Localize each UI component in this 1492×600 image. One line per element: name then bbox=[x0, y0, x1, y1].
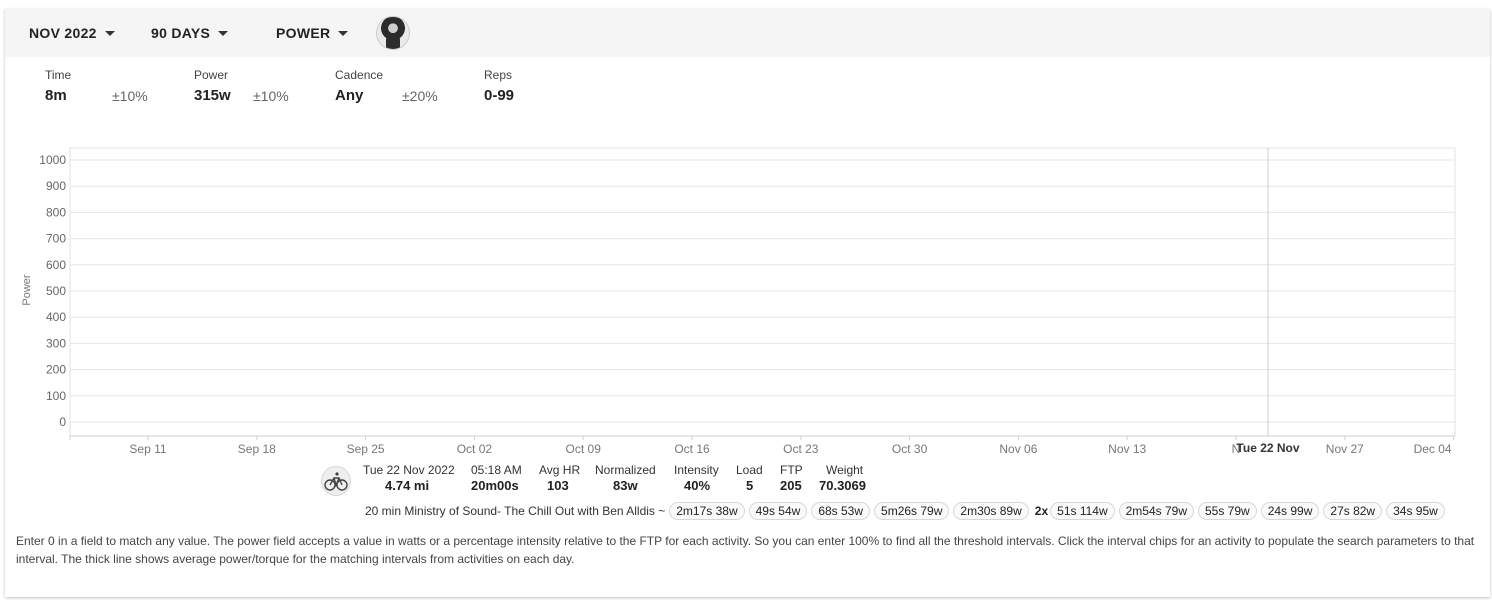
y-axis-ticks: 0 100 200 300 400 500 600 700 800 900 1000 bbox=[39, 153, 66, 429]
activity-load: Load 5 bbox=[736, 463, 763, 493]
interval-chip[interactable]: 24s 99w bbox=[1260, 502, 1320, 520]
activity-duration: 20m00s bbox=[471, 478, 519, 493]
weight-value: 70.3069 bbox=[819, 478, 866, 493]
interval-chip[interactable]: 2m17s 38w bbox=[669, 502, 745, 520]
y-tick-label: 700 bbox=[46, 232, 66, 246]
interval-chip[interactable]: 5m26s 79w bbox=[874, 502, 950, 520]
chart-grid bbox=[69, 147, 1456, 437]
ftp-label: FTP bbox=[780, 463, 803, 477]
interval-chip[interactable]: 27s 82w bbox=[1323, 502, 1383, 520]
interval-chip[interactable]: 51s 114w bbox=[1050, 502, 1115, 520]
activity-time: 05:18 AM 20m00s bbox=[471, 463, 522, 493]
x-tick-label: Sep 11 bbox=[129, 442, 166, 456]
activity-normalized: Normalized 83w bbox=[595, 463, 656, 493]
x-tick-label: Nov 13 bbox=[1108, 442, 1146, 456]
activity-weight: Weight 70.3069 bbox=[819, 463, 866, 493]
interval-chip[interactable]: 34s 95w bbox=[1386, 502, 1445, 520]
activity-time-label: 05:18 AM bbox=[471, 463, 522, 477]
interval-chips-row: 20 min Ministry of Sound- The Chill Out … bbox=[359, 502, 1445, 520]
x-tick-label: Dec 04 bbox=[1414, 442, 1452, 456]
y-tick-label: 500 bbox=[46, 284, 66, 298]
activity-intensity: Intensity 40% bbox=[674, 463, 719, 493]
ftp-value: 205 bbox=[780, 478, 802, 493]
interval-chip[interactable]: 2m54s 79w bbox=[1118, 502, 1194, 520]
activity-date[interactable]: Tue 22 Nov 2022 4.74 mi bbox=[363, 463, 455, 493]
x-tick-label: Nov 27 bbox=[1326, 442, 1364, 456]
y-tick-label: 1000 bbox=[39, 153, 66, 167]
y-tick-label: 800 bbox=[46, 205, 66, 219]
y-tick-label: 0 bbox=[59, 415, 66, 429]
interval-chips: 2m17s 38w 49s 54w 68s 53w 5m26s 79w 2m30s 89… bbox=[665, 502, 1445, 520]
intensity-label: Intensity bbox=[674, 463, 719, 477]
x-tick-label: Oct 16 bbox=[674, 442, 710, 456]
help-text: Enter 0 in a field to match any value. T… bbox=[16, 534, 1475, 566]
interval-chip[interactable]: 55s 79w bbox=[1198, 502, 1257, 520]
load-label: Load bbox=[736, 463, 763, 477]
y-axis-label: Power bbox=[21, 274, 33, 306]
x-tick-label: Oct 23 bbox=[783, 442, 819, 456]
plot-frame bbox=[69, 147, 1456, 437]
x-tick-label: Sep 25 bbox=[347, 442, 385, 456]
avghr-value: 103 bbox=[547, 478, 569, 493]
intensity-value: 40% bbox=[684, 478, 711, 493]
activity-distance: 4.74 mi bbox=[385, 478, 430, 493]
power-chart[interactable]: 0 100 200 300 400 500 600 700 800 900 1000 Sep 11 S… bbox=[0, 0, 1492, 460]
normalized-value: 83w bbox=[613, 478, 638, 493]
load-value: 5 bbox=[746, 478, 754, 493]
activity-name[interactable]: 20 min Ministry of Sound- The Chill Out … bbox=[365, 504, 665, 518]
interval-chip[interactable]: 68s 53w bbox=[811, 502, 871, 520]
y-tick-label: 900 bbox=[46, 179, 66, 193]
x-tick-label: Oct 09 bbox=[566, 442, 602, 456]
activity-ftp: FTP 205 bbox=[780, 463, 803, 493]
x-tick-label: Sep 18 bbox=[238, 442, 276, 456]
interval-chip[interactable]: 2m30s 89w bbox=[953, 502, 1029, 520]
y-tick-label: 600 bbox=[46, 258, 66, 272]
cycling-icon bbox=[321, 466, 351, 496]
interval-chip[interactable]: 49s 54w bbox=[748, 502, 808, 520]
cursor-label: Tue 22 Nov bbox=[1236, 441, 1299, 455]
x-tick-label: Oct 30 bbox=[892, 442, 928, 456]
y-tick-label: 400 bbox=[46, 310, 66, 324]
interval-count: 2x bbox=[1034, 504, 1049, 518]
weight-label: Weight bbox=[826, 463, 864, 477]
activity-avghr: Avg HR 103 bbox=[539, 463, 580, 493]
avghr-label: Avg HR bbox=[539, 463, 581, 477]
x-tick-label: Nov 06 bbox=[999, 442, 1037, 456]
x-tick-label: Oct 02 bbox=[457, 442, 493, 456]
y-tick-label: 300 bbox=[46, 336, 66, 350]
activity-date-label[interactable]: Tue 22 Nov 2022 bbox=[363, 463, 455, 477]
y-tick-label: 100 bbox=[46, 389, 66, 403]
y-tick-label: 200 bbox=[46, 363, 66, 377]
normalized-label: Normalized bbox=[595, 463, 656, 477]
